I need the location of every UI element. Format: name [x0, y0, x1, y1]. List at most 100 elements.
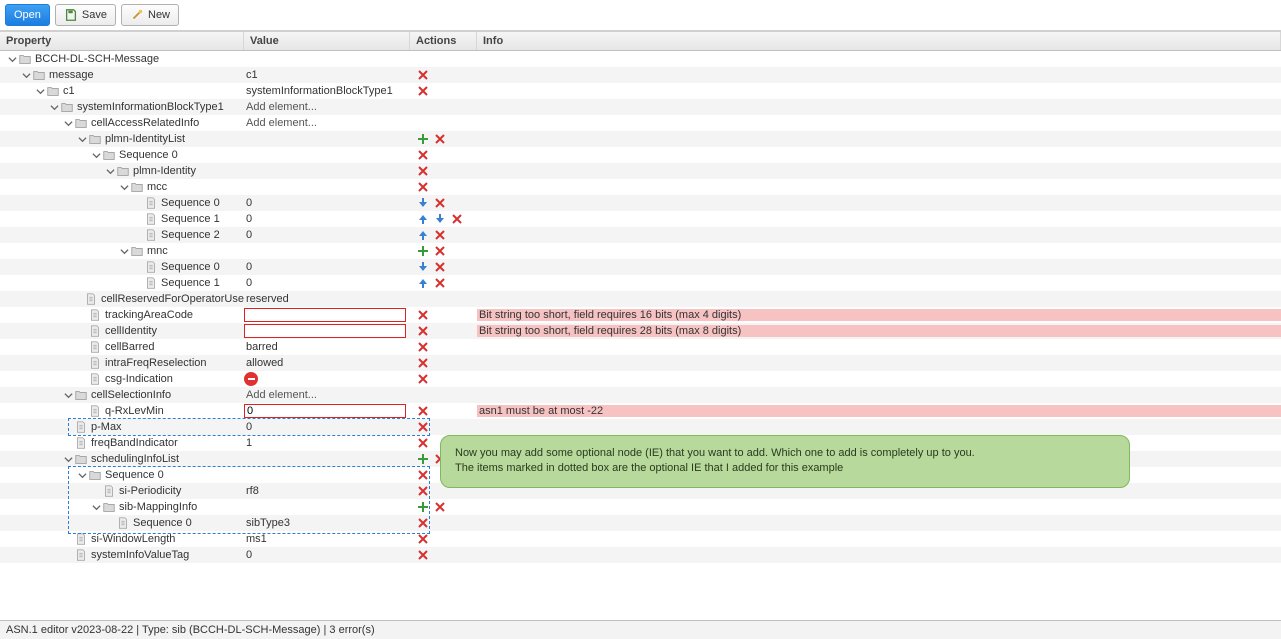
- tree-row[interactable]: Sequence 0sibType3: [0, 515, 1281, 531]
- add-icon[interactable]: [416, 132, 430, 146]
- tree-row[interactable]: si-WindowLengthms1: [0, 531, 1281, 547]
- expand-toggle[interactable]: [62, 389, 74, 401]
- tree-row[interactable]: cellIdentityBit string too short, field …: [0, 323, 1281, 339]
- tree-row[interactable]: c1systemInformationBlockType1: [0, 83, 1281, 99]
- tree-row[interactable]: sib-MappingInfo: [0, 499, 1281, 515]
- move-down-icon[interactable]: [416, 260, 430, 274]
- move-down-icon[interactable]: [416, 196, 430, 210]
- tree-row[interactable]: csg-Indication: [0, 371, 1281, 387]
- delete-icon[interactable]: [416, 532, 430, 546]
- delete-icon[interactable]: [416, 404, 430, 418]
- col-value[interactable]: Value: [244, 32, 410, 50]
- move-down-icon[interactable]: [433, 212, 447, 226]
- expand-toggle[interactable]: [20, 69, 32, 81]
- delete-icon[interactable]: [416, 180, 430, 194]
- col-info[interactable]: Info: [477, 32, 1281, 50]
- add-icon[interactable]: [416, 244, 430, 258]
- tree-row[interactable]: Sequence 00: [0, 259, 1281, 275]
- leaf-icon: [144, 196, 158, 210]
- expand-toggle[interactable]: [118, 181, 130, 193]
- tree-row[interactable]: cellAccessRelatedInfoAdd element...: [0, 115, 1281, 131]
- node-label: Sequence 0: [161, 261, 220, 273]
- expand-toggle[interactable]: [6, 53, 18, 65]
- delete-icon[interactable]: [433, 228, 447, 242]
- move-up-icon[interactable]: [416, 276, 430, 290]
- tree-row[interactable]: systemInformationBlockType1Add element..…: [0, 99, 1281, 115]
- expand-toggle[interactable]: [34, 85, 46, 97]
- delete-icon[interactable]: [416, 420, 430, 434]
- move-up-icon[interactable]: [416, 228, 430, 242]
- tree-row[interactable]: cellReservedForOperatorUsereserved: [0, 291, 1281, 307]
- delete-icon[interactable]: [416, 484, 430, 498]
- delete-icon[interactable]: [433, 196, 447, 210]
- expand-toggle[interactable]: [62, 453, 74, 465]
- expand-toggle[interactable]: [76, 469, 88, 481]
- tree-row[interactable]: Sequence 10: [0, 211, 1281, 227]
- delete-icon[interactable]: [416, 84, 430, 98]
- add-icon[interactable]: [416, 500, 430, 514]
- tree-row[interactable]: messagec1: [0, 67, 1281, 83]
- col-actions[interactable]: Actions: [410, 32, 477, 50]
- info-text: asn1 must be at most -22: [479, 405, 603, 417]
- delete-icon[interactable]: [450, 212, 464, 226]
- save-button[interactable]: Save: [55, 4, 116, 26]
- add-element-link[interactable]: Add element...: [244, 117, 317, 129]
- delete-icon[interactable]: [416, 340, 430, 354]
- delete-icon[interactable]: [416, 468, 430, 482]
- value-input[interactable]: [244, 404, 406, 418]
- delete-icon[interactable]: [433, 244, 447, 258]
- delete-icon[interactable]: [433, 500, 447, 514]
- add-element-link[interactable]: Add element...: [244, 389, 317, 401]
- value-input[interactable]: [244, 308, 406, 322]
- delete-icon[interactable]: [416, 436, 430, 450]
- folder-icon: [88, 132, 102, 146]
- add-element-link[interactable]: Add element...: [244, 101, 317, 113]
- delete-icon[interactable]: [416, 68, 430, 82]
- delete-icon[interactable]: [433, 132, 447, 146]
- delete-icon[interactable]: [416, 148, 430, 162]
- new-button[interactable]: New: [121, 4, 179, 26]
- tree-row[interactable]: trackingAreaCodeBit string too short, fi…: [0, 307, 1281, 323]
- move-up-icon[interactable]: [416, 212, 430, 226]
- tree-row[interactable]: Sequence 10: [0, 275, 1281, 291]
- expand-toggle[interactable]: [104, 165, 116, 177]
- tree-row[interactable]: intraFreqReselectionallowed: [0, 355, 1281, 371]
- value-text: allowed: [244, 357, 283, 369]
- tree-row[interactable]: mcc: [0, 179, 1281, 195]
- tree-row[interactable]: plmn-IdentityList: [0, 131, 1281, 147]
- col-property[interactable]: Property: [0, 32, 244, 50]
- tree-row[interactable]: Sequence 00: [0, 195, 1281, 211]
- tree-row[interactable]: q-RxLevMinasn1 must be at most -22: [0, 403, 1281, 419]
- expand-toggle[interactable]: [76, 133, 88, 145]
- delete-icon[interactable]: [416, 516, 430, 530]
- value-input[interactable]: [244, 324, 406, 338]
- node-label: Sequence 1: [161, 277, 220, 289]
- expand-toggle[interactable]: [48, 101, 60, 113]
- delete-icon[interactable]: [433, 276, 447, 290]
- tree-row[interactable]: BCCH-DL-SCH-Message: [0, 51, 1281, 67]
- expand-toggle[interactable]: [118, 245, 130, 257]
- value-text: 0: [244, 421, 252, 433]
- expand-toggle[interactable]: [90, 149, 102, 161]
- delete-icon[interactable]: [416, 356, 430, 370]
- open-button[interactable]: Open: [5, 4, 50, 26]
- expand-toggle[interactable]: [62, 117, 74, 129]
- expand-toggle: [76, 357, 88, 369]
- delete-icon[interactable]: [433, 260, 447, 274]
- tree-row[interactable]: Sequence 20: [0, 227, 1281, 243]
- tree-row[interactable]: p-Max0: [0, 419, 1281, 435]
- expand-toggle: [132, 261, 144, 273]
- tree-row[interactable]: cellSelectionInfoAdd element...: [0, 387, 1281, 403]
- tree-row[interactable]: systemInfoValueTag0: [0, 547, 1281, 563]
- delete-icon[interactable]: [416, 372, 430, 386]
- expand-toggle[interactable]: [90, 501, 102, 513]
- tree-row[interactable]: Sequence 0: [0, 147, 1281, 163]
- add-icon[interactable]: [416, 452, 430, 466]
- tree-row[interactable]: cellBarredbarred: [0, 339, 1281, 355]
- tree-row[interactable]: plmn-Identity: [0, 163, 1281, 179]
- delete-icon[interactable]: [416, 548, 430, 562]
- delete-icon[interactable]: [416, 324, 430, 338]
- delete-icon[interactable]: [416, 308, 430, 322]
- tree-row[interactable]: mnc: [0, 243, 1281, 259]
- delete-icon[interactable]: [416, 164, 430, 178]
